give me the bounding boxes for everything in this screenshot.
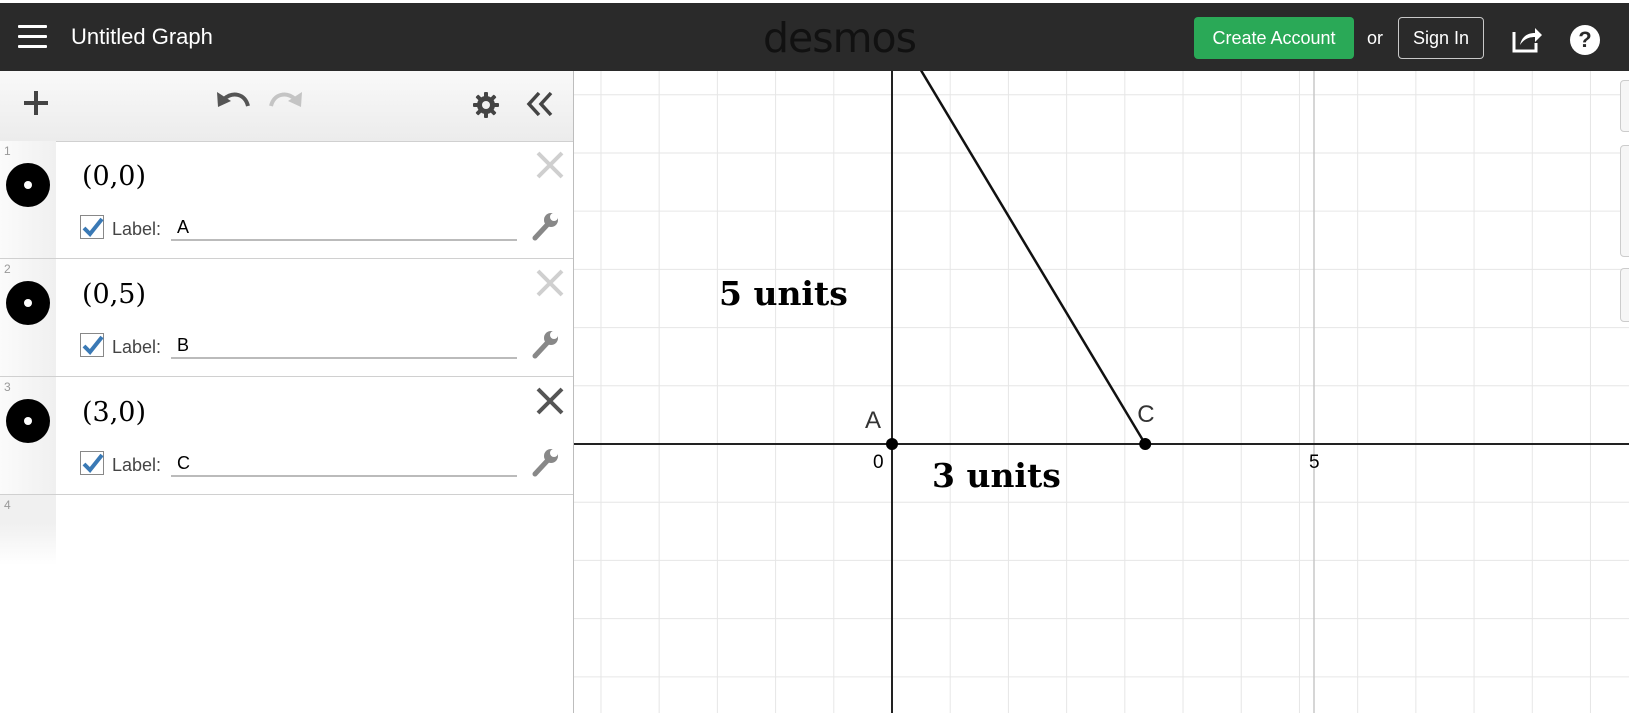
undo-icon[interactable]: [215, 88, 251, 118]
wrench-icon[interactable]: [532, 329, 560, 359]
label-caption: Label:: [112, 455, 162, 475]
expression-gutter: 2: [0, 259, 56, 376]
point-style-icon[interactable]: [6, 281, 50, 325]
label-input[interactable]: A: [171, 213, 517, 241]
point-c[interactable]: [1139, 438, 1152, 450]
add-expression-icon[interactable]: [22, 89, 50, 117]
label-input[interactable]: C: [171, 449, 517, 477]
delete-expression-icon[interactable]: [534, 267, 566, 299]
point-style-icon[interactable]: [6, 399, 50, 443]
point-label-a: A: [865, 407, 881, 434]
annotation-horizontal-length: 3 units: [932, 456, 1061, 495]
tick-label-origin: 0: [873, 452, 884, 473]
label-caption: Label:: [112, 219, 162, 239]
wrench-icon[interactable]: [532, 447, 560, 477]
expression-panel: 1 (0,0) Label: A 2 (0,5) Label: B 3 (3,0…: [0, 71, 574, 713]
delete-expression-icon[interactable]: [534, 149, 566, 181]
segment-bc: [919, 71, 1147, 445]
expression-input[interactable]: (0,0): [82, 161, 146, 192]
new-expression-row[interactable]: 4: [0, 495, 573, 565]
collapse-panel-icon[interactable]: [525, 89, 555, 119]
expression-gutter: 4: [0, 495, 56, 565]
expression-row[interactable]: 1 (0,0) Label: A: [0, 141, 573, 259]
annotation-vertical-length: 5 units: [719, 274, 848, 313]
or-text: or: [1367, 28, 1384, 48]
home-zoom-tab[interactable]: [1620, 268, 1629, 322]
expression-list: 1 (0,0) Label: A 2 (0,5) Label: B 3 (3,0…: [0, 141, 573, 565]
delete-expression-icon[interactable]: [534, 385, 566, 417]
sign-in-button[interactable]: Sign In: [1398, 17, 1484, 59]
point-style-icon[interactable]: [6, 163, 50, 207]
expression-gutter: 3: [0, 377, 56, 494]
show-label-checkbox[interactable]: [80, 215, 104, 239]
point-label-c: C: [1137, 401, 1154, 428]
label-input[interactable]: B: [171, 331, 517, 359]
zoom-in-tab[interactable]: [1620, 80, 1629, 132]
tick-label-x-5: 5: [1309, 452, 1320, 473]
show-label-checkbox[interactable]: [80, 451, 104, 475]
expression-index: 4: [4, 498, 11, 512]
graph-title[interactable]: Untitled Graph: [71, 24, 213, 50]
expression-row[interactable]: 3 (3,0) Label: C: [0, 377, 573, 495]
redo-icon[interactable]: [268, 88, 304, 118]
wrench-icon[interactable]: [532, 211, 560, 241]
grid: [574, 71, 1629, 713]
label-caption: Label:: [112, 337, 162, 357]
expression-index: 1: [4, 144, 11, 158]
graph-canvas[interactable]: 0 5 5 ABC 5 units 3 units: [574, 71, 1629, 713]
expression-input[interactable]: (3,0): [82, 397, 146, 428]
expression-toolbar: [0, 71, 573, 142]
settings-gear-icon[interactable]: [472, 91, 500, 119]
expression-index: 3: [4, 380, 11, 394]
expression-row[interactable]: 2 (0,5) Label: B: [0, 259, 573, 377]
menu-icon[interactable]: [18, 25, 47, 49]
show-label-checkbox[interactable]: [80, 333, 104, 357]
points-layer: ABC: [865, 401, 1155, 450]
point-a[interactable]: [886, 438, 898, 450]
zoom-out-tab[interactable]: [1620, 145, 1629, 257]
expression-gutter: 1: [0, 141, 56, 258]
expression-index: 2: [4, 262, 11, 276]
expression-input[interactable]: (0,5): [82, 279, 146, 310]
create-account-button[interactable]: Create Account: [1194, 17, 1354, 59]
top-bar: Untitled Graph desmos Create Account or …: [0, 0, 1629, 71]
desmos-logo: desmos: [763, 14, 917, 62]
share-icon[interactable]: [1510, 23, 1544, 55]
help-icon[interactable]: ?: [1570, 25, 1600, 55]
graph-svg[interactable]: 0 5 5 ABC 5 units 3 units: [574, 71, 1629, 713]
